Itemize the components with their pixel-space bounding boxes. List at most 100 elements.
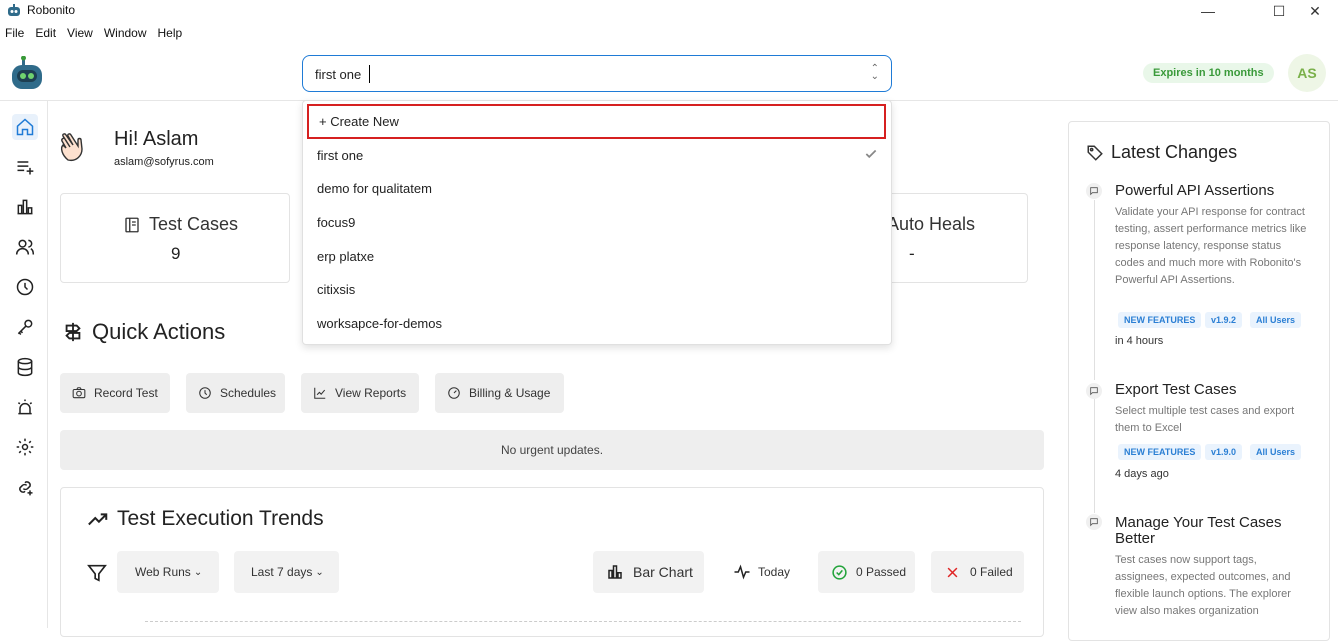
greeting-title: Hi! Aslam xyxy=(114,128,199,150)
check-circle-icon xyxy=(832,564,847,580)
passed-filter[interactable]: 0 Passed xyxy=(818,551,915,593)
change-time: 4 days ago xyxy=(1115,468,1169,480)
robonito-app-icon xyxy=(8,4,20,16)
passed-label: 0 Passed xyxy=(856,565,907,579)
key-icon xyxy=(17,319,33,336)
sidebar-item-alerts[interactable] xyxy=(12,394,38,420)
greeting-email: aslam@sofyrus.com xyxy=(114,156,214,168)
menu-edit[interactable]: Edit xyxy=(35,26,56,46)
clock-icon xyxy=(16,278,34,296)
menu-window[interactable]: Window xyxy=(104,26,147,46)
gear-icon xyxy=(16,438,34,456)
bar-chart-icon xyxy=(608,565,622,579)
updown-chevron-icon: ⌃ ⌄ xyxy=(870,63,879,82)
urgent-updates-banner: No urgent updates. xyxy=(60,430,1044,470)
timeline-dot xyxy=(1086,183,1102,199)
button-label: View Reports xyxy=(335,386,407,400)
change-tag: NEW FEATURES xyxy=(1118,312,1202,328)
workspace-option[interactable]: citixsis xyxy=(317,282,355,297)
pulse-icon xyxy=(734,564,750,580)
workspace-option[interactable]: demo for qualitatem xyxy=(317,181,432,196)
workspace-option-selected[interactable]: first one xyxy=(317,148,363,163)
sidebar-item-users[interactable] xyxy=(12,234,38,260)
user-avatar[interactable]: AS xyxy=(1288,54,1326,92)
sidebar-item-test-cases[interactable] xyxy=(12,154,38,180)
tag-icon xyxy=(1087,145,1103,161)
schedules-button[interactable]: Schedules xyxy=(186,373,285,413)
message-icon xyxy=(1090,187,1098,196)
change-tag: v1.9.2 xyxy=(1205,312,1243,328)
clock-icon xyxy=(199,387,211,399)
create-new-option[interactable]: + Create New xyxy=(307,104,886,139)
date-range-select[interactable]: Last 7 days ⌄ xyxy=(234,551,339,593)
change-title: Manage Your Test Cases Better xyxy=(1115,514,1282,547)
change-time: in 4 hours xyxy=(1115,335,1164,347)
quick-actions-title: Quick Actions xyxy=(92,319,226,344)
workspace-select[interactable]: first one ⌃ ⌄ xyxy=(302,55,892,92)
sidebar-item-settings[interactable] xyxy=(12,434,38,460)
stat-value: 9 xyxy=(171,244,181,263)
timeline-dot xyxy=(1086,514,1102,530)
line-chart-icon xyxy=(314,387,326,399)
camera-icon xyxy=(72,387,86,399)
workspace-option[interactable]: focus9 xyxy=(317,215,355,230)
signpost-icon xyxy=(65,322,81,342)
sidebar-item-home[interactable] xyxy=(12,114,38,140)
filter-icon[interactable] xyxy=(86,562,108,584)
billing-usage-button[interactable]: Billing & Usage xyxy=(435,373,564,413)
trending-up-icon xyxy=(88,513,108,526)
message-icon xyxy=(1090,387,1098,396)
link-add-icon xyxy=(19,481,33,496)
home-icon xyxy=(16,118,34,136)
database-icon xyxy=(17,357,33,377)
button-label: Schedules xyxy=(220,386,277,400)
stat-card-auto-heals[interactable]: Auto Heals - xyxy=(887,193,1028,283)
menu-file[interactable]: File xyxy=(5,26,24,46)
notebook-icon xyxy=(125,217,139,233)
minimize-button[interactable]: — xyxy=(1185,0,1231,22)
record-test-button[interactable]: Record Test xyxy=(60,373,170,413)
timeline-line xyxy=(1094,399,1095,513)
users-icon xyxy=(15,239,35,255)
today-label: Today xyxy=(758,565,791,579)
change-tag: v1.9.0 xyxy=(1205,444,1243,460)
playlist-add-icon xyxy=(17,161,34,175)
run-type-select[interactable]: Web Runs ⌄ xyxy=(117,551,219,593)
view-reports-button[interactable]: View Reports xyxy=(301,373,419,413)
message-icon xyxy=(1090,518,1098,527)
close-window-button[interactable]: ✕ xyxy=(1292,0,1338,22)
trends-title: Test Execution Trends xyxy=(117,507,324,530)
sidebar-item-keys[interactable] xyxy=(12,314,38,340)
change-description: Test cases now support tags, assignees, … xyxy=(1115,554,1291,617)
sidebar xyxy=(0,101,48,628)
sidebar-item-data[interactable] xyxy=(12,354,38,380)
stat-card-test-cases[interactable]: Test Cases 9 xyxy=(60,193,290,283)
bar-chart-toggle[interactable]: Bar Chart xyxy=(593,551,704,593)
workspace-option[interactable]: worksapce-for-demos xyxy=(317,316,442,331)
window-titlebar: Robonito — ☐ ✕ xyxy=(0,0,1338,22)
change-tag: All Users xyxy=(1250,444,1302,460)
app-header: first one ⌃ ⌄ Expires in 10 months AS xyxy=(0,48,1338,101)
timeline-dot xyxy=(1086,383,1102,399)
sidebar-item-schedules[interactable] xyxy=(12,274,38,300)
bar-chart-icon xyxy=(17,199,33,215)
stat-label: Auto Heals xyxy=(887,214,976,234)
menu-help[interactable]: Help xyxy=(158,26,183,46)
menu-view[interactable]: View xyxy=(67,26,93,46)
workspace-option[interactable]: erp platxe xyxy=(317,249,374,264)
date-range-value: Last 7 days xyxy=(251,565,313,579)
waving-hand-icon xyxy=(60,133,83,162)
today-toggle[interactable]: Today xyxy=(720,551,804,593)
robonito-logo[interactable] xyxy=(10,56,44,92)
latest-changes-title: Latest Changes xyxy=(1111,142,1238,162)
chart-area-border xyxy=(145,621,1021,622)
gauge-icon xyxy=(448,387,460,399)
sidebar-item-integrations[interactable] xyxy=(12,474,38,500)
x-icon xyxy=(947,567,958,577)
button-label: Record Test xyxy=(94,386,158,400)
checkmark-icon xyxy=(865,149,877,159)
failed-filter[interactable]: 0 Failed xyxy=(931,551,1024,593)
sidebar-item-reports[interactable] xyxy=(12,194,38,220)
chart-toggle-label: Bar Chart xyxy=(633,564,693,580)
stat-label: Test Cases xyxy=(149,214,239,234)
